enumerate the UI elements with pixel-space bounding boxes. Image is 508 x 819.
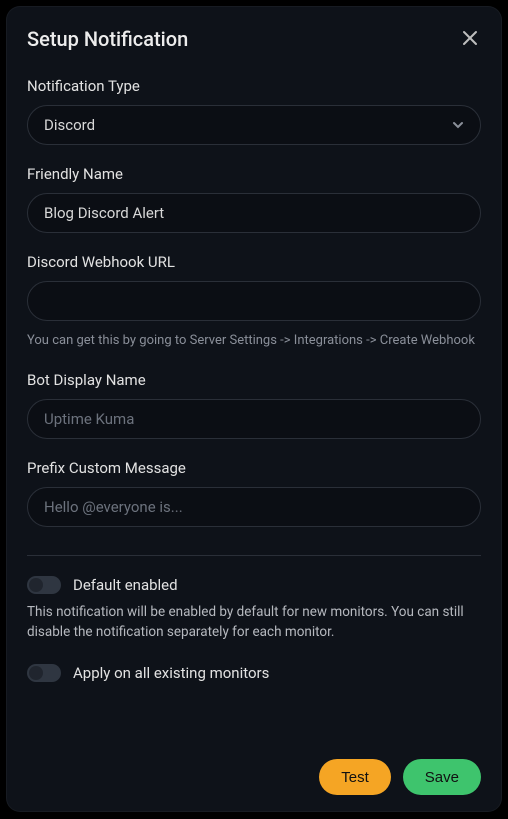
field-friendly-name: Friendly Name bbox=[27, 165, 481, 233]
select-notification-type[interactable]: Discord bbox=[27, 105, 481, 145]
toggle-apply-all[interactable] bbox=[27, 664, 61, 682]
field-webhook-url: Discord Webhook URL You can get this by … bbox=[27, 253, 481, 351]
toggle-default-enabled[interactable] bbox=[27, 576, 61, 594]
setup-notification-modal: Setup Notification Notification Type Dis… bbox=[6, 6, 502, 812]
chevron-down-icon bbox=[452, 119, 464, 131]
modal-title: Setup Notification bbox=[27, 27, 188, 51]
toggle-label-apply-all: Apply on all existing monitors bbox=[73, 664, 269, 682]
field-prefix-message: Prefix Custom Message bbox=[27, 459, 481, 527]
modal-header: Setup Notification bbox=[27, 27, 481, 51]
label-bot-name: Bot Display Name bbox=[27, 371, 481, 389]
toggle-row-apply-all: Apply on all existing monitors bbox=[27, 664, 481, 682]
toggle-label-default-enabled: Default enabled bbox=[73, 576, 178, 594]
divider bbox=[27, 555, 481, 556]
help-webhook: You can get this by going to Server Sett… bbox=[27, 331, 481, 351]
input-webhook-url[interactable] bbox=[27, 281, 481, 321]
help-default-enabled: This notification will be enabled by def… bbox=[27, 602, 481, 643]
field-notification-type: Notification Type Discord bbox=[27, 77, 481, 145]
toggle-row-default-enabled: Default enabled bbox=[27, 576, 481, 594]
modal-footer: Test Save bbox=[27, 749, 481, 795]
test-button[interactable]: Test bbox=[319, 759, 391, 795]
input-prefix-message[interactable] bbox=[27, 487, 481, 527]
input-friendly-name[interactable] bbox=[27, 193, 481, 233]
save-button[interactable]: Save bbox=[403, 759, 481, 795]
label-notification-type: Notification Type bbox=[27, 77, 481, 95]
label-prefix-message: Prefix Custom Message bbox=[27, 459, 481, 477]
label-webhook-url: Discord Webhook URL bbox=[27, 253, 481, 271]
close-icon bbox=[462, 30, 478, 49]
input-bot-name[interactable] bbox=[27, 399, 481, 439]
select-value: Discord bbox=[44, 116, 95, 134]
close-button[interactable] bbox=[459, 28, 481, 50]
field-bot-name: Bot Display Name bbox=[27, 371, 481, 439]
label-friendly-name: Friendly Name bbox=[27, 165, 481, 183]
